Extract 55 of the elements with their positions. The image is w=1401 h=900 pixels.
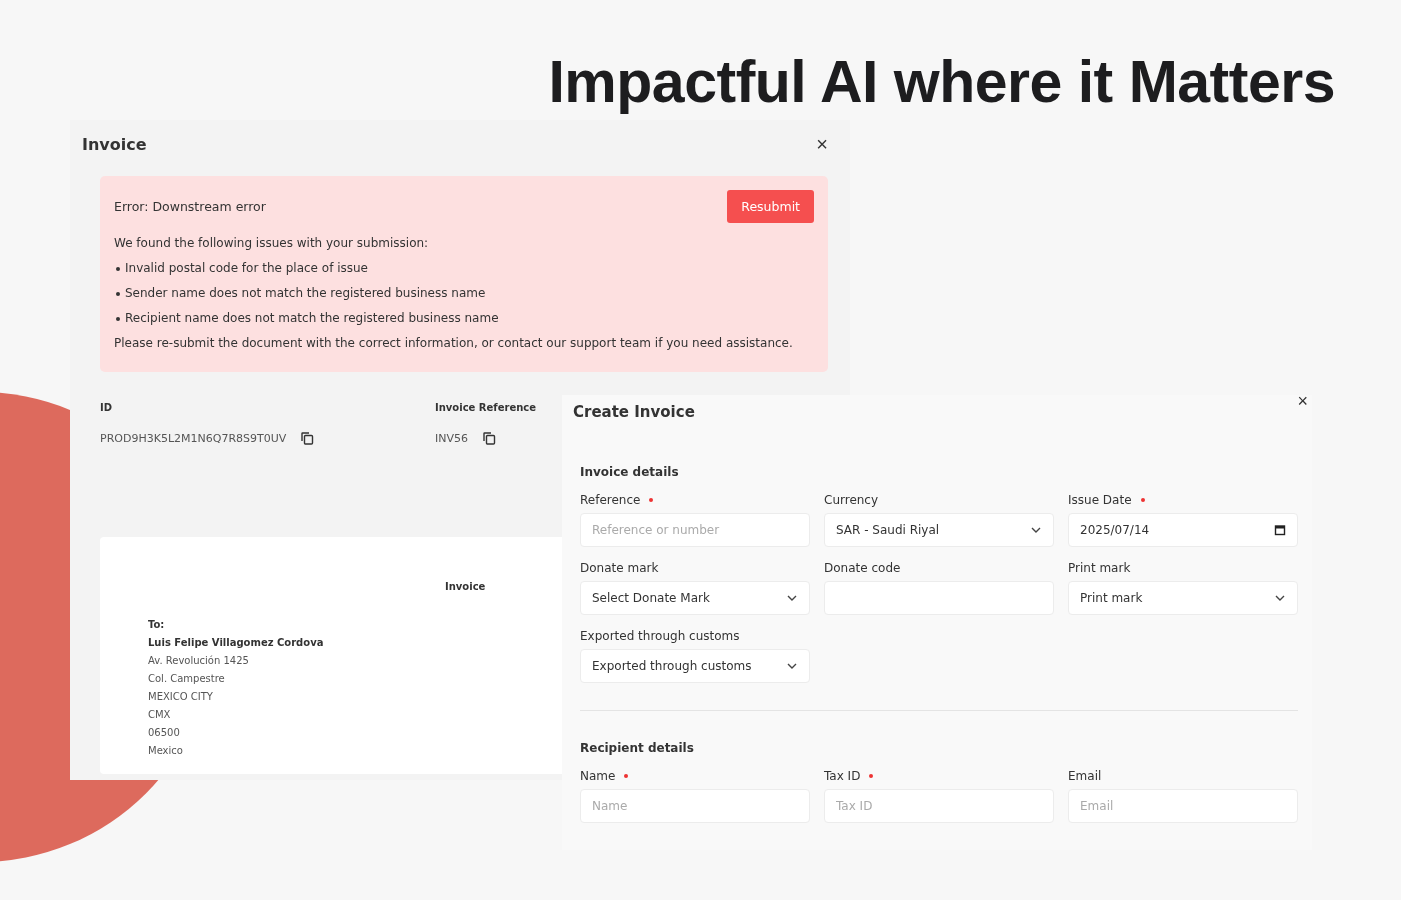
field-value: INV56 [435,431,468,445]
field-label: Issue Date [1068,493,1132,507]
dropdown[interactable]: SAR - Saudi Riyal [824,513,1054,547]
chevron-down-icon [786,594,798,602]
field-value: PROD9H3K5L2M1N6Q7R8S9T0UV [100,431,287,445]
dialog-title: Create Invoice [573,403,695,421]
chevron-down-icon [1274,594,1286,602]
close-button[interactable]: × [816,134,828,154]
field-label: Exported through customs [580,629,740,643]
copy-icon[interactable] [300,431,315,445]
chevron-down-icon [786,662,798,670]
document-title: Invoice [445,581,487,592]
address-line: Mexico [148,744,183,758]
dialog-title: Invoice [82,134,147,154]
address-line: 06500 [148,726,180,740]
field-label: ID [100,402,114,413]
error-issue: Recipient name does not match the registered business name [125,310,499,327]
bullet-icon [116,316,120,321]
error-issue: Sender name does not match the registered business name [125,285,486,302]
dropdown[interactable]: Exported through customs [580,649,810,683]
field-label: Reference [580,493,641,507]
date-field[interactable]: 2025/07/14 [1068,513,1298,547]
field-label: Donate mark [580,561,659,575]
address-line: Av. Revolución 1425 [148,654,249,668]
field-label: Invoice Reference [435,402,536,413]
field-label: Tax ID [824,769,861,783]
error-footer: Please re-submit the document with the correct information, or contact our support team if you need assistance. [114,331,814,356]
section-title: Recipient details [580,741,695,755]
field-label: Name [580,769,616,783]
bullet-icon [116,291,120,296]
field-label: Currency [824,493,879,507]
chevron-down-icon [1030,526,1042,534]
address-line: CMX [148,708,171,722]
text-field[interactable]: Name [580,789,810,823]
text-field[interactable]: Email [1068,789,1298,823]
error-title: Error: Downstream error [114,199,266,214]
text-field[interactable]: Reference or number [580,513,810,547]
field-label: Print mark [1068,561,1131,575]
copy-icon[interactable] [482,431,496,445]
error-intro: We found the following issues with your submission: [114,235,430,252]
bullet-icon [116,266,120,271]
field-label: Email [1068,769,1102,783]
to-label: To: [148,618,165,632]
address-line: Col. Campestre [148,672,225,686]
address-line: MEXICO CITY [148,690,213,704]
dropdown[interactable]: Print mark [1068,581,1298,615]
calendar-icon[interactable] [1274,524,1286,536]
error-issue: Invalid postal code for the place of issue [125,260,368,277]
headline: Impactful AI where it Matters [548,48,1335,116]
field-label: Donate code [824,561,901,575]
text-field[interactable]: Tax ID [824,789,1054,823]
dropdown[interactable]: Select Donate Mark [580,581,810,615]
close-button[interactable]: × [1297,392,1308,410]
section-title: Invoice details [580,465,680,479]
recipient-name: Luis Felipe Villagomez Cordova [148,636,324,650]
